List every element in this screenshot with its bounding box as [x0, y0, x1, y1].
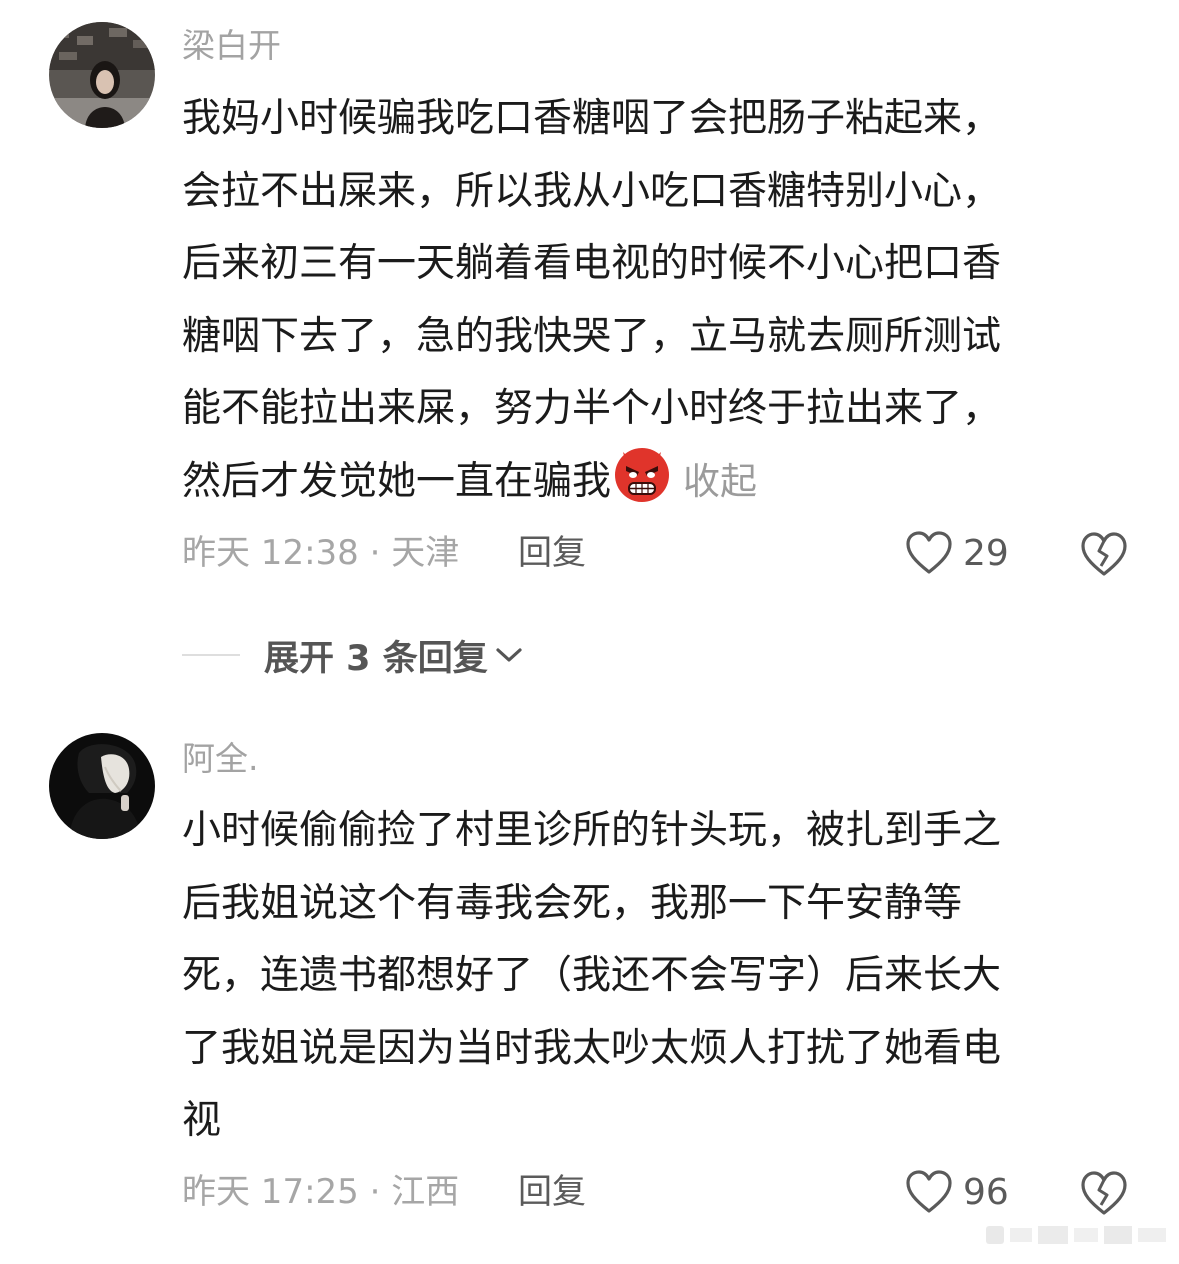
comment-meta: 昨天 12:38 · 天津 回复 — [182, 533, 586, 573]
comment-line: 了我姐说是因为当时我太吵太烦人打扰了她看电 — [182, 1025, 1002, 1071]
comment-body: 我妈小时候骗我吃口香糖咽了会把肠子粘起来， 会拉不出屎来，所以我从小吃口香糖特别… — [182, 83, 1112, 519]
comment-time-location: 昨天 12:38 · 天津 — [182, 533, 460, 573]
comment-time-location: 昨天 17:25 · 江西 — [182, 1172, 460, 1212]
expand-replies-button[interactable]: 展开 3 条回复 — [264, 630, 524, 681]
comment-line: 死，连遗书都想好了（我还不会写字）后来长大 — [182, 953, 1002, 999]
like-count: 96 — [963, 1171, 1009, 1213]
avatar[interactable] — [49, 22, 155, 128]
comment-last-line: 然后才发觉她一直在骗我 收起 — [182, 446, 1112, 519]
watermark-logo-icon — [986, 1226, 1166, 1244]
comment-line: 会拉不出屎来，所以我从小吃口香糖特别小心， — [182, 168, 1002, 214]
comment-line: 我妈小时候骗我吃口香糖咽了会把肠子粘起来， — [182, 96, 1002, 141]
comment-body: 小时候偷偷捡了村里诊所的针头玩，被扎到手之 后我姐说这个有毒我会死，我那一下午安… — [182, 795, 1112, 1158]
broken-heart-icon[interactable] — [1080, 530, 1128, 578]
comment-thread: 梁白开 我妈小时候骗我吃口香糖咽了会把肠子粘起来， 会拉不出屎来，所以我从小吃口… — [0, 0, 1179, 1264]
like-count: 29 — [963, 532, 1009, 574]
avatar-image — [49, 22, 155, 128]
expand-replies-row: 展开 3 条回复 — [182, 630, 524, 680]
comment-line: 小时候偷偷捡了村里诊所的针头玩，被扎到手之 — [182, 808, 1002, 853]
comment-line: 能不能拉出来屎，努力半个小时终于拉出来了， — [182, 386, 1002, 432]
like-button[interactable]: 96 — [905, 1167, 1009, 1217]
heart-icon — [906, 531, 952, 574]
divider — [182, 654, 240, 656]
reply-button[interactable]: 回复 — [518, 1172, 586, 1212]
avatar[interactable] — [49, 733, 155, 839]
comment-username[interactable]: 梁白开 — [182, 26, 281, 66]
comment-line: 然后才发觉她一直在骗我 — [182, 458, 612, 504]
comment-line: 后来初三有一天躺着看电视的时候不小心把口香 — [182, 241, 1002, 287]
avatar-image — [49, 733, 155, 839]
comment-line: 后我姐说这个有毒我会死，我那一下午安静等 — [182, 880, 963, 926]
comment-line: 糖咽下去了，急的我快哭了，立马就去厕所测试 — [182, 313, 1002, 359]
heart-icon — [906, 1170, 952, 1213]
comment-line: 视 — [182, 1098, 222, 1144]
broken-heart-icon[interactable] — [1080, 1169, 1128, 1217]
angry-face-emoji-icon — [615, 447, 670, 502]
expand-replies-label: 展开 3 条回复 — [264, 638, 488, 679]
collapse-button[interactable]: 收起 — [683, 460, 757, 503]
reply-button[interactable]: 回复 — [518, 533, 586, 573]
comment-meta: 昨天 17:25 · 江西 回复 — [182, 1172, 586, 1212]
chevron-down-icon — [496, 648, 522, 662]
like-button[interactable]: 29 — [905, 528, 1009, 578]
comment-username[interactable]: 阿全. — [182, 739, 259, 779]
